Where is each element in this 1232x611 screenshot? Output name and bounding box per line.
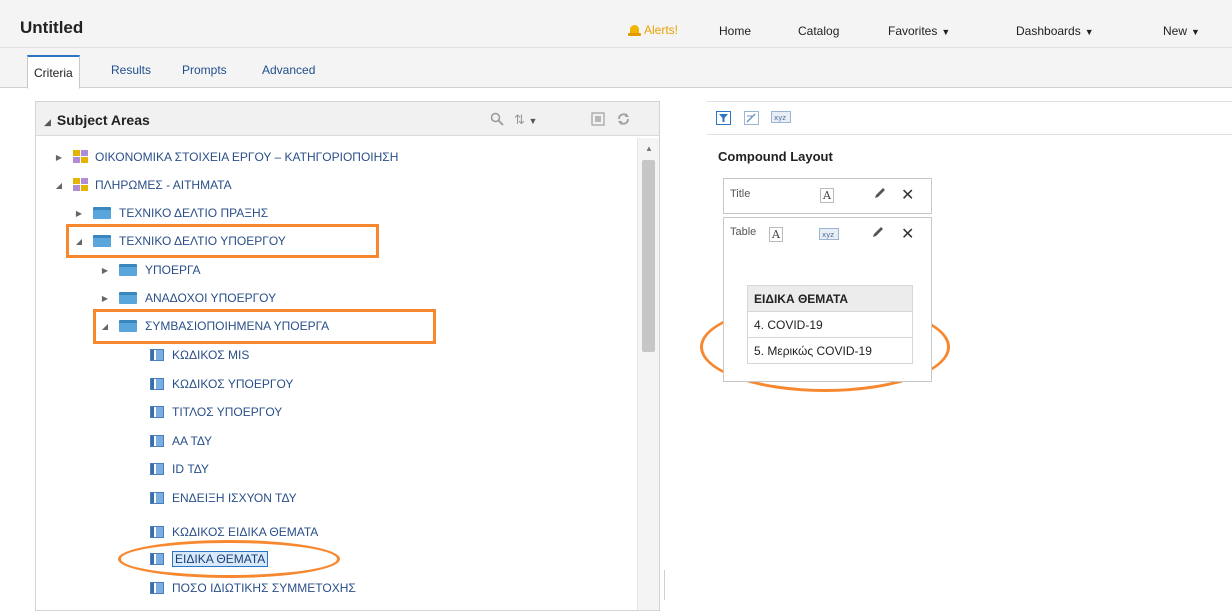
filter-icon[interactable] — [716, 111, 731, 128]
subject-areas-title[interactable]: ◢ Subject Areas — [44, 112, 150, 128]
nav-favorites[interactable]: Favorites ▼ — [888, 24, 950, 38]
alerts-label: Alerts! — [644, 23, 679, 37]
column-icon — [150, 406, 164, 418]
tab-advanced[interactable]: Advanced — [262, 63, 315, 77]
title-view-label: Title — [730, 188, 751, 200]
tab-criteria[interactable]: Criteria — [27, 55, 80, 89]
sort-icon[interactable]: ⇅ ▼ — [514, 112, 537, 128]
column-icon — [150, 582, 164, 594]
svg-text:xyz: xyz — [822, 231, 834, 239]
editor-tabs: Criteria Results Prompts Advanced — [0, 48, 1232, 89]
analysis-title: Untitled — [20, 18, 84, 37]
expand-arrow-icon[interactable]: ▶ — [99, 266, 111, 275]
svg-text:xyz: xyz — [774, 114, 786, 122]
caret-down-icon: ▼ — [941, 27, 951, 37]
scroll-up-icon[interactable]: ▲ — [645, 144, 653, 153]
expand-arrow-icon[interactable]: ▶ — [73, 209, 85, 218]
tree-folder-technical-sheet-action[interactable]: ▶ ΤΕΧΝΙΚΟ ΔΕΛΤΙΟ ΠΡΑΞΗΣ — [73, 202, 268, 224]
format-text-icon[interactable]: A — [769, 227, 783, 242]
subject-area-icon — [73, 150, 89, 164]
tab-results[interactable]: Results — [111, 63, 151, 77]
tree-column-id-tdy[interactable]: ID ΤΔΥ — [150, 458, 209, 480]
text-view-icon[interactable]: xyz — [771, 111, 791, 125]
close-icon[interactable]: ✕ — [901, 185, 914, 205]
highlight-box-technical-sheet-subproject — [66, 224, 379, 258]
tree-column-subproject-code[interactable]: ΚΩΔΙΚΟΣ ΥΠΟΕΡΓΟΥ — [150, 373, 293, 395]
folder-icon — [93, 207, 111, 219]
folder-icon — [119, 292, 137, 304]
tree-scrollbar[interactable]: ▲ — [637, 138, 659, 610]
panel-splitter[interactable] — [664, 570, 665, 600]
bell-icon — [628, 24, 641, 37]
close-icon[interactable]: ✕ — [901, 224, 914, 244]
tree-column-aa-tdy[interactable]: ΑΑ ΤΔΥ — [150, 430, 212, 452]
collapse-arrow-icon[interactable]: ◢ — [53, 181, 65, 190]
table-cell: 4. COVID-19 — [747, 311, 913, 338]
column-icon — [150, 492, 164, 504]
pencil-icon[interactable] — [872, 185, 888, 204]
table-row: 5. Μερικώς COVID-19 — [747, 337, 913, 364]
subject-areas-header: ◢ Subject Areas ⇅ ▼ — [36, 102, 659, 136]
column-icon — [150, 526, 164, 538]
tree-folder-contractors[interactable]: ▶ ΑΝΑΔΟΧΟΙ ΥΠΟΕΡΓΟΥ — [99, 287, 276, 309]
tree-column-private-participation[interactable]: ΠΟΣΟ ΙΔΙΩΤΙΚΗΣ ΣΥΜΜΕΤΟΧΗΣ — [150, 577, 356, 599]
format-text-icon[interactable]: A — [820, 188, 834, 203]
highlight-oval-special-topics — [118, 540, 340, 578]
folder-icon — [119, 264, 137, 276]
search-icon[interactable] — [490, 112, 504, 129]
table-row: 4. COVID-19 — [747, 311, 913, 338]
expand-arrow-icon[interactable]: ▶ — [99, 294, 111, 303]
pencil-icon[interactable] — [870, 224, 886, 243]
caret-down-icon: ▼ — [1084, 27, 1094, 37]
highlight-box-contracted-subprojects — [93, 309, 436, 344]
table-cell: 5. Μερικώς COVID-19 — [747, 337, 913, 364]
scroll-thumb[interactable] — [642, 160, 655, 352]
nav-dashboards[interactable]: Dashboards ▼ — [1016, 24, 1094, 38]
tree-folder-subprojects[interactable]: ▶ ΥΠΟΕΡΓΑ — [99, 259, 201, 281]
global-header: Untitled Alerts! Home Catalog Favorites ▼… — [0, 0, 1232, 48]
refresh-icon[interactable] — [616, 112, 631, 129]
view-options-icon[interactable] — [591, 112, 605, 129]
nav-home[interactable]: Home — [719, 24, 751, 38]
column-icon — [150, 349, 164, 361]
preview-table: ΕΙΔΙΚΑ ΘΕΜΑΤΑ 4. COVID-19 5. Μερικώς COV… — [747, 285, 913, 364]
table-header[interactable]: ΕΙΔΙΚΑ ΘΕΜΑΤΑ — [747, 285, 913, 312]
alerts-link[interactable]: Alerts! — [628, 23, 678, 37]
caret-down-icon: ▼ — [1191, 27, 1200, 37]
title-view[interactable]: Title A ✕ — [723, 178, 932, 214]
tab-prompts[interactable]: Prompts — [182, 63, 227, 77]
tree-column-subproject-title[interactable]: ΤΙΤΛΟΣ ΥΠΟΕΡΓΟΥ — [150, 401, 282, 423]
column-icon — [150, 378, 164, 390]
column-icon — [150, 435, 164, 447]
tree-item-payments-area[interactable]: ◢ ΠΛΗΡΩΜΕΣ - ΑΙΤΗΜΑΤΑ — [53, 174, 232, 196]
table-view-label: Table — [730, 226, 757, 238]
column-icon — [150, 463, 164, 475]
tree-column-mis-code[interactable]: ΚΩΔΙΚΟΣ MIS — [150, 344, 249, 366]
subject-area-icon — [73, 178, 89, 192]
compound-layout-title: Compound Layout — [718, 149, 833, 164]
collapse-triangle-icon: ◢ — [44, 117, 51, 127]
nav-catalog[interactable]: Catalog — [798, 24, 839, 38]
edit-view-icon[interactable] — [744, 111, 759, 128]
tree-column-valid-indicator[interactable]: ΕΝΔΕΙΞΗ ΙΣΧΥΟΝ ΤΔΥ — [150, 487, 297, 509]
expand-arrow-icon[interactable]: ▶ — [53, 153, 65, 162]
nav-new[interactable]: New ▼ — [1163, 24, 1200, 38]
table-format-icon[interactable]: xyz — [819, 228, 839, 243]
tree-item-financial-area[interactable]: ▶ ΟΙΚΟΝΟΜΙΚΑ ΣΤΟΙΧΕΙΑ ΕΡΓΟΥ – ΚΑΤΗΓΟΡΙΟΠ… — [53, 146, 398, 168]
layout-toolbar: xyz — [707, 101, 1232, 135]
